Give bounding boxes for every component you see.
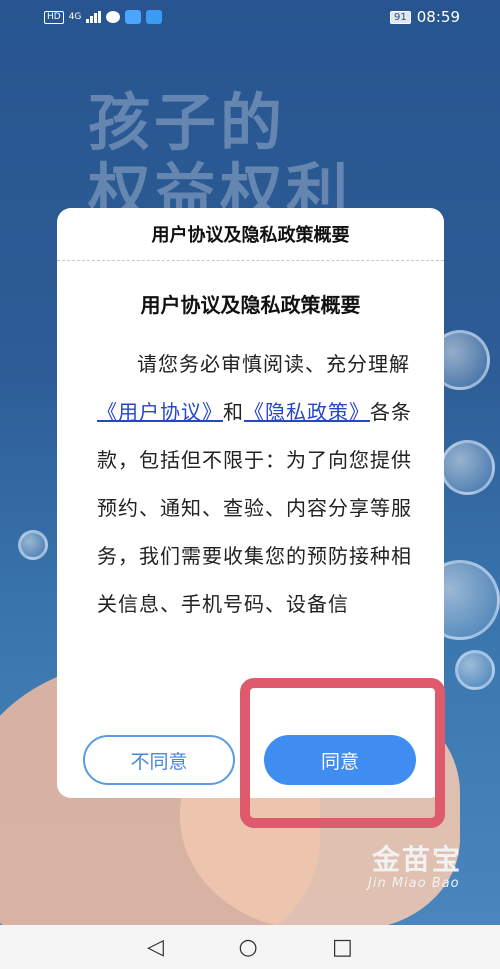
dialog-body[interactable]: 用户协议及隐私政策概要 请您务必审慎阅读、充分理解《用户协议》和《隐私政策》各条…	[57, 261, 444, 701]
dialog-subtitle: 用户协议及隐私政策概要	[140, 293, 361, 317]
highlight-box	[240, 678, 445, 828]
bubble-decoration	[18, 530, 48, 560]
navigation-bar: ◁ ○ □	[0, 925, 500, 969]
signal-icon	[86, 11, 102, 23]
clock: 08:59	[416, 8, 460, 26]
recent-apps-icon[interactable]: □	[332, 935, 353, 960]
bulb-app-icon	[146, 10, 163, 24]
brand-logo: 金苗宝	[372, 843, 463, 876]
network-type: 4G	[68, 12, 82, 22]
bubble-decoration	[440, 440, 495, 495]
home-icon[interactable]: ○	[238, 935, 257, 960]
back-icon[interactable]: ◁	[147, 935, 164, 960]
battery-icon: 91	[390, 10, 411, 24]
status-bar: HD 4G 91 08:59	[0, 0, 500, 34]
dialog-text: 请您务必审慎阅读、充分理解《用户协议》和《隐私政策》各条款，包括但不限于：为了向…	[97, 352, 412, 616]
background-headline: 孩子的 权益权利	[88, 86, 353, 229]
message-app-icon	[106, 11, 121, 23]
hd-badge: HD	[44, 10, 64, 24]
user-agreement-link[interactable]: 《用户协议》	[97, 400, 223, 424]
brand-logo-sub: Jin Miao Bao	[368, 876, 460, 891]
dialog-header-title: 用户协议及隐私政策概要	[57, 208, 444, 261]
search-app-icon	[125, 10, 142, 24]
privacy-policy-link[interactable]: 《隐私政策》	[244, 400, 370, 424]
bubble-decoration	[455, 650, 495, 690]
disagree-button[interactable]: 不同意	[83, 735, 235, 785]
